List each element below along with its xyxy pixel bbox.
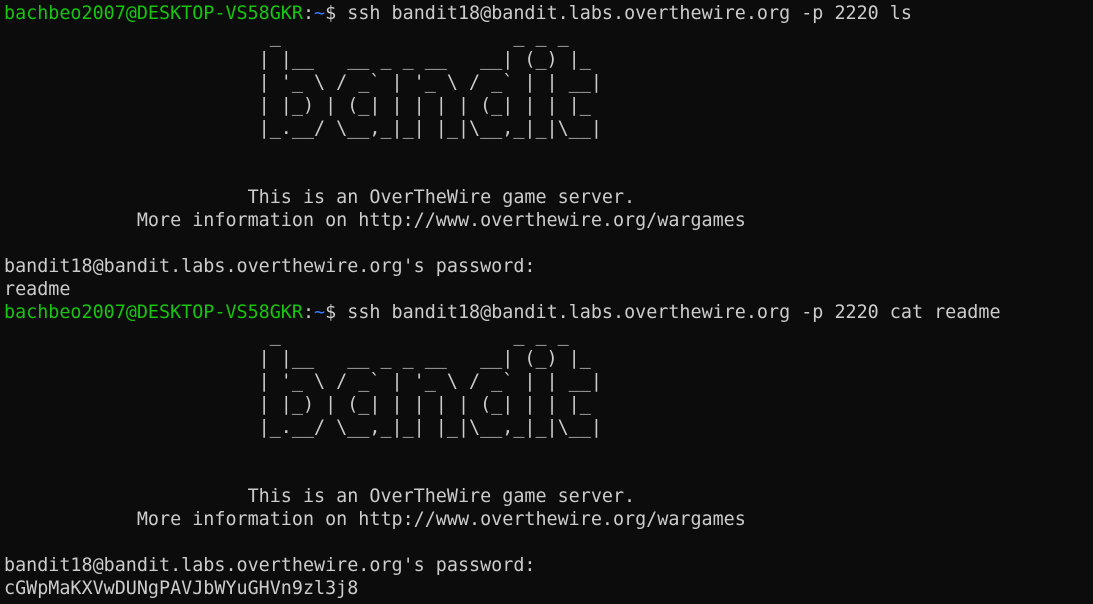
prompt-path: ~ (314, 3, 326, 24)
prompt-symbol: $ (325, 3, 348, 24)
command-line: bachbeo2007@DESKTOP-VS58GKR:~$ ssh bandi… (4, 301, 1093, 324)
password-prompt: bandit18@bandit.labs.overthewire.org's p… (4, 256, 547, 277)
command-text: ssh bandit18@bandit.labs.overthewire.org… (347, 302, 1001, 323)
banner-line: | '_ \ / _` | '_ \ / _` | | __| (4, 72, 602, 93)
banner-line (4, 531, 1093, 554)
banner-line: _ _ _ _ (4, 26, 569, 47)
banner-line: | |__ __ _ _ __ __| (_) |_ (4, 49, 591, 70)
banner-line: | |__ __ _ _ __ __| (_) |_ (4, 348, 591, 369)
banner-line: | |_) | (_| | | | | (_| | | |_ (4, 95, 591, 116)
prompt-symbol: $ (325, 302, 348, 323)
prompt-separator: : (302, 3, 315, 24)
banner-line: This is an OverTheWire game server. (4, 187, 636, 208)
banner-line: |_.__/ \__,_|_| |_|\__,_|_|\__| (4, 417, 602, 438)
banner-line: |_.__/ \__,_|_| |_|\__,_|_|\__| (4, 118, 602, 139)
terminal-window[interactable]: bachbeo2007@DESKTOP-VS58GKR:~$ ssh bandi… (4, 2, 1093, 604)
command-text: ssh bandit18@bandit.labs.overthewire.org… (347, 3, 912, 24)
banner-line: This is an OverTheWire game server. (4, 486, 636, 507)
banner-line (4, 163, 1093, 186)
banner-line (4, 462, 1093, 485)
banner-line: | '_ \ / _` | '_ \ / _` | | __| (4, 371, 602, 392)
banner-line: _ _ _ _ (4, 325, 569, 346)
banner-line: More information on http://www.overthewi… (4, 509, 746, 530)
banner-line: More information on http://www.overthewi… (4, 210, 746, 231)
command-line: bachbeo2007@DESKTOP-VS58GKR:~$ ssh bandi… (4, 2, 1093, 25)
prompt-path: ~ (314, 302, 326, 323)
command-output: cGWpMaKXVwDUNgPAVJbWYuGHVn9zl3j8 (4, 578, 359, 599)
banner-line (4, 140, 1093, 163)
prompt-user-host: bachbeo2007@DESKTOP-VS58GKR (4, 3, 303, 24)
prompt-separator: : (302, 302, 315, 323)
password-prompt: bandit18@bandit.labs.overthewire.org's p… (4, 555, 547, 576)
prompt-user-host: bachbeo2007@DESKTOP-VS58GKR (4, 302, 303, 323)
command-output: readme (4, 279, 71, 300)
banner-line (4, 232, 1093, 255)
banner-line: | |_) | (_| | | | | (_| | | |_ (4, 394, 591, 415)
banner-line (4, 439, 1093, 462)
